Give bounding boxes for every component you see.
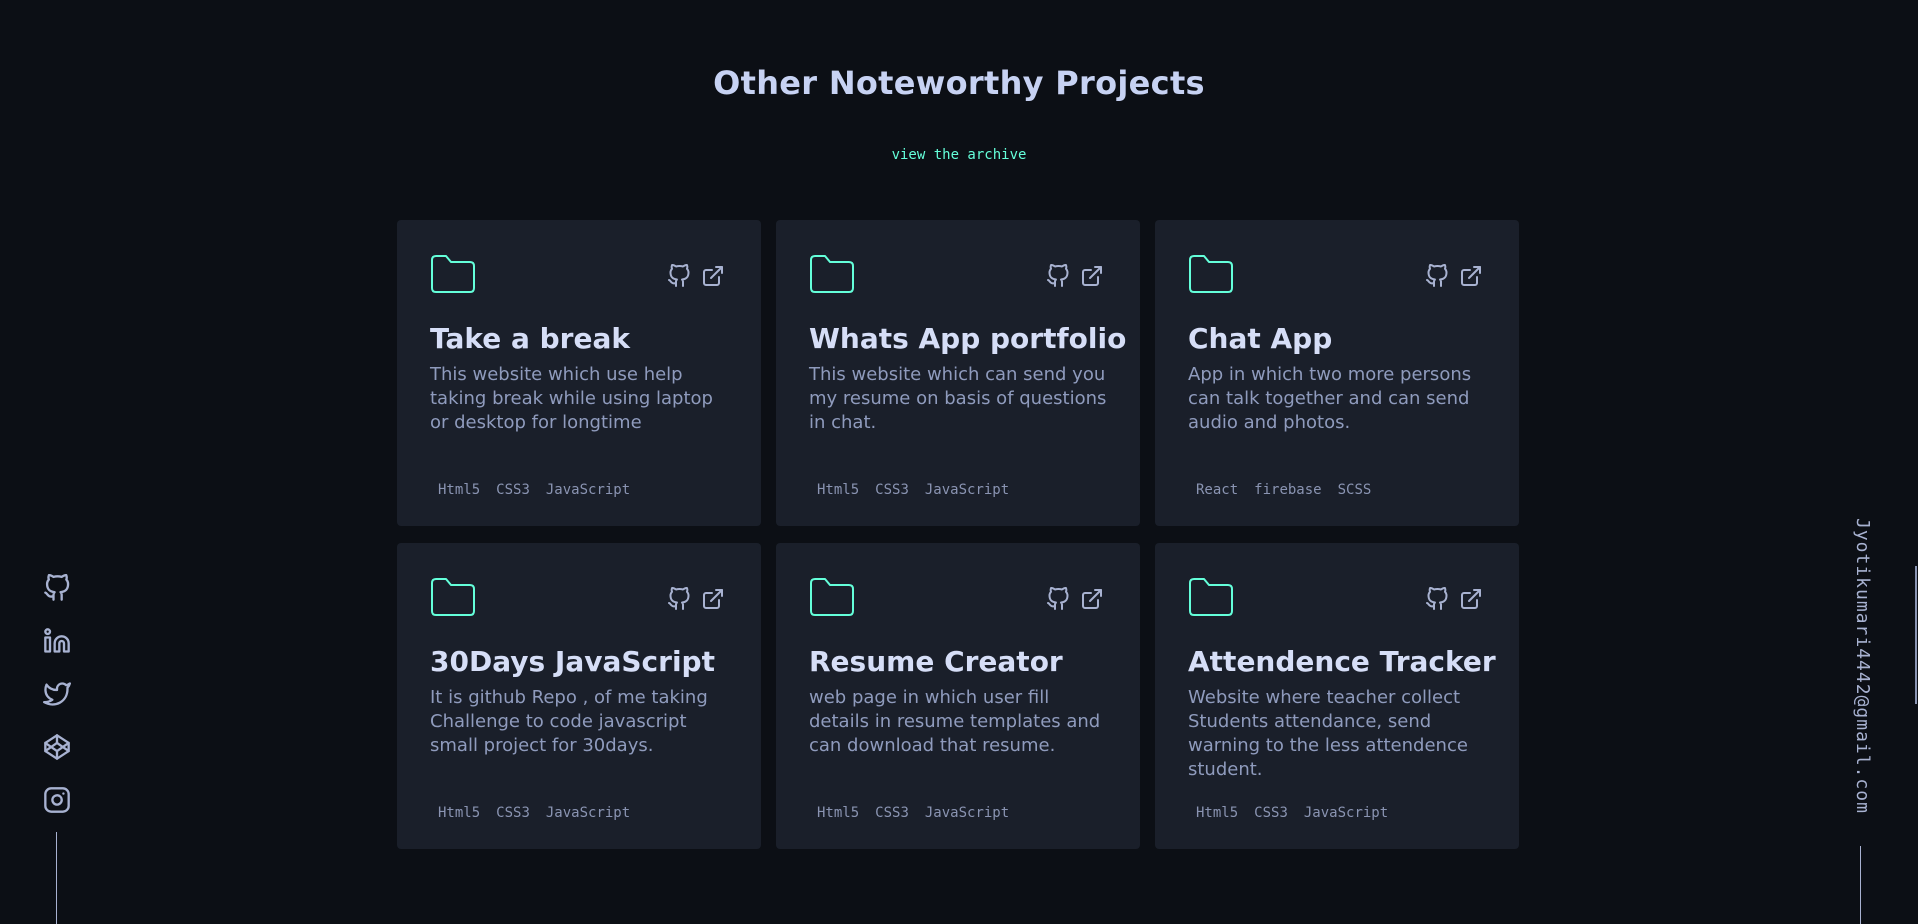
card-links [667, 254, 727, 288]
project-tags: React firebase SCSS [1188, 482, 1379, 498]
project-title[interactable]: Resume Creator [809, 645, 1106, 679]
tag: JavaScript [924, 482, 1010, 498]
tag: CSS3 [875, 482, 909, 498]
folder-icon [809, 577, 855, 617]
github-icon[interactable] [1046, 587, 1070, 611]
card-links [1046, 577, 1106, 611]
card-header [809, 254, 1106, 298]
project-card[interactable]: Whats App portfolio This website which c… [776, 220, 1140, 526]
project-description: web page in which user fill details in r… [809, 687, 1101, 756]
tag: JavaScript [924, 805, 1010, 821]
tag: CSS3 [496, 482, 530, 498]
github-icon[interactable] [43, 574, 71, 602]
project-title[interactable]: Take a break [430, 322, 727, 356]
project-tags: Html5 CSS3 JavaScript [430, 805, 638, 821]
project-card[interactable]: Chat App App in which two more persons c… [1155, 220, 1519, 526]
tag: Html5 [1196, 805, 1239, 821]
project-description: This website which use help taking break… [430, 364, 713, 433]
github-icon[interactable] [1425, 264, 1449, 288]
section-title: Other Noteworthy Projects [713, 64, 1205, 102]
project-card[interactable]: Attendence Tracker Website where teacher… [1155, 543, 1519, 849]
folder-icon [809, 254, 855, 294]
project-title[interactable]: Attendence Tracker [1188, 645, 1496, 679]
tag: JavaScript [545, 482, 631, 498]
projects-page: Other Noteworthy Projects view the archi… [0, 0, 1918, 924]
external-link-icon[interactable] [701, 587, 725, 611]
card-header [430, 577, 727, 621]
project-card[interactable]: Take a break This website which use help… [397, 220, 761, 526]
email-divider-line [1860, 846, 1861, 924]
tag: CSS3 [1254, 805, 1288, 821]
project-title[interactable]: Chat App [1188, 322, 1485, 356]
external-link-icon[interactable] [1080, 587, 1104, 611]
folder-icon [1188, 254, 1234, 294]
card-header [1188, 254, 1485, 298]
card-links [667, 577, 727, 611]
github-icon[interactable] [667, 587, 691, 611]
project-tags: Html5 CSS3 JavaScript [809, 482, 1017, 498]
project-tags: Html5 CSS3 JavaScript [1188, 805, 1396, 821]
card-header [1188, 577, 1485, 621]
tag: Html5 [817, 482, 860, 498]
scroll-edge-line [1915, 566, 1917, 704]
external-link-icon[interactable] [701, 264, 725, 288]
instagram-icon[interactable] [43, 786, 71, 814]
project-card[interactable]: 30Days JavaScript It is github Repo , of… [397, 543, 761, 849]
tag: firebase [1254, 482, 1322, 498]
external-link-icon[interactable] [1459, 264, 1483, 288]
folder-icon [1188, 577, 1234, 617]
tag: CSS3 [496, 805, 530, 821]
project-description: This website which can send you my resum… [809, 364, 1107, 433]
email-link[interactable]: Jyotikumari4442@gmail.com [1843, 518, 1873, 814]
project-description: Website where teacher collect Students a… [1188, 687, 1468, 780]
card-header [430, 254, 727, 298]
tag: Html5 [817, 805, 860, 821]
social-divider-line [56, 832, 57, 924]
project-card[interactable]: Resume Creator web page in which user fi… [776, 543, 1140, 849]
card-links [1046, 254, 1106, 288]
project-description: It is github Repo , of me taking Challen… [430, 687, 708, 756]
tag: React [1196, 482, 1239, 498]
tag: Html5 [438, 482, 481, 498]
github-icon[interactable] [1046, 264, 1070, 288]
twitter-icon[interactable] [43, 680, 71, 708]
tag: CSS3 [875, 805, 909, 821]
folder-icon [430, 577, 476, 617]
card-links [1425, 577, 1485, 611]
card-header [809, 577, 1106, 621]
external-link-icon[interactable] [1080, 264, 1104, 288]
project-tags: Html5 CSS3 JavaScript [430, 482, 638, 498]
projects-grid: Take a break This website which use help… [397, 220, 1519, 849]
github-icon[interactable] [1425, 587, 1449, 611]
tag: Html5 [438, 805, 481, 821]
folder-icon [430, 254, 476, 294]
external-link-icon[interactable] [1459, 587, 1483, 611]
codepen-icon[interactable] [43, 733, 71, 761]
linkedin-icon[interactable] [43, 627, 71, 655]
tag: SCSS [1337, 482, 1372, 498]
view-archive-link[interactable]: view the archive [0, 147, 1918, 163]
project-title[interactable]: Whats App portfolio [809, 322, 1126, 356]
project-title[interactable]: 30Days JavaScript [430, 645, 727, 679]
project-tags: Html5 CSS3 JavaScript [809, 805, 1017, 821]
social-links [43, 574, 71, 814]
tag: JavaScript [1303, 805, 1389, 821]
github-icon[interactable] [667, 264, 691, 288]
tag: JavaScript [545, 805, 631, 821]
project-description: App in which two more persons can talk t… [1188, 364, 1472, 433]
card-links [1425, 254, 1485, 288]
